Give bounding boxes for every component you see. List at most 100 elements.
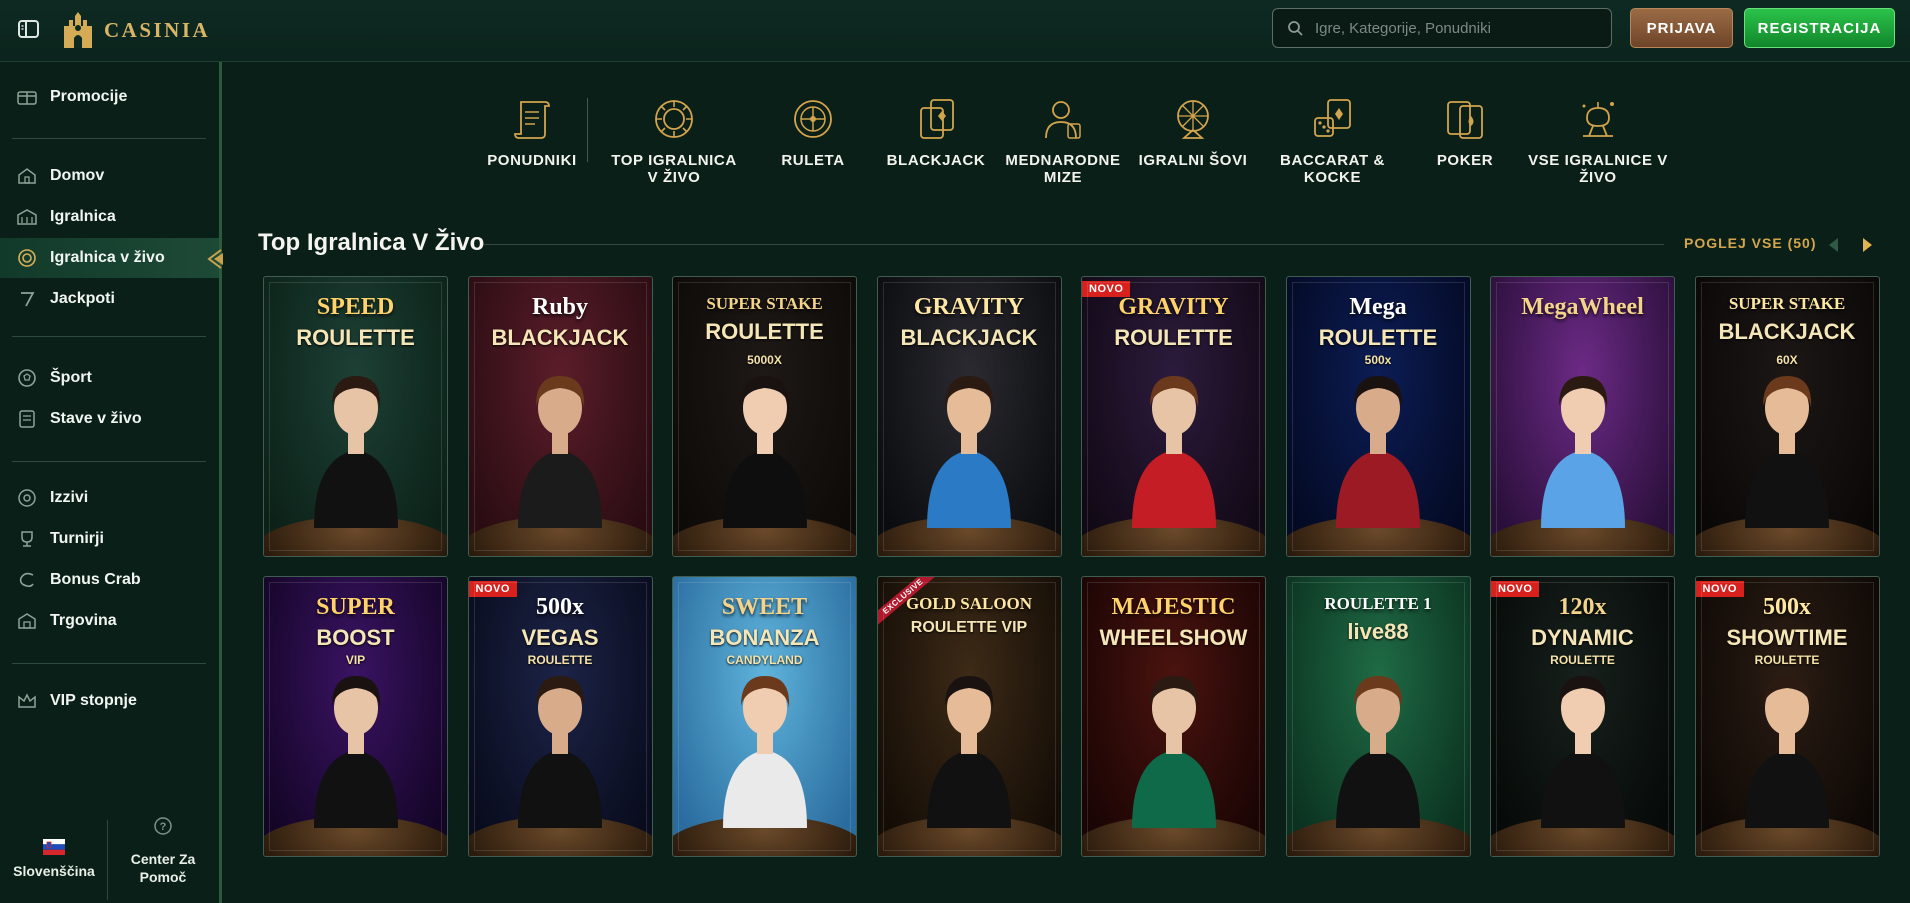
sidebar: Promocije Domov Igralnica Igralnica v ži…	[0, 62, 223, 903]
category-vse-igralnice[interactable]: VSE IGRALNICE V ŽIVO	[1528, 96, 1668, 186]
sidebar-item-stave-v-zivo[interactable]: Stave v živo	[0, 399, 219, 439]
cards-icon	[920, 99, 954, 139]
game-title: SPEED	[316, 294, 395, 320]
game-card[interactable]: GRAVITY BLACKJACK	[876, 276, 1062, 557]
category-top-igralnica[interactable]: TOP IGRALNICA V ŽIVO	[606, 96, 742, 186]
category-label: VSE IGRALNICE V ŽIVO	[1528, 152, 1668, 186]
search-input[interactable]	[1313, 18, 1611, 38]
category-igralni-sovi[interactable]: IGRALNI ŠOVI	[1138, 96, 1248, 169]
sidebar-item-label: Trgovina	[50, 612, 117, 629]
game-card[interactable]: Ruby BLACKJACK	[467, 276, 653, 557]
dealer-image	[1336, 676, 1420, 828]
language-selector[interactable]: Slovenščina	[10, 826, 98, 879]
dealer-image	[927, 376, 1011, 528]
sidebar-toggle-icon[interactable]	[18, 19, 40, 39]
game-card[interactable]: MegaWheel	[1490, 276, 1675, 557]
game-title: GRAVITY	[913, 294, 1025, 320]
game-extra-label: VIP	[345, 653, 366, 667]
game-card[interactable]: MAJESTIC WHEELSHOW	[1081, 576, 1266, 857]
game-subtitle: ROULETTE VIP	[910, 619, 1028, 636]
game-subtitle: WHEELSHOW	[1099, 625, 1248, 650]
carousel-prev-icon[interactable]	[1825, 236, 1843, 254]
sidebar-divider	[12, 663, 206, 664]
game-card[interactable]: SUPER STAKE BLACKJACK 60X	[1694, 276, 1880, 557]
category-mednarodne-mize[interactable]: MEDNARODNE MIZE	[988, 96, 1138, 186]
game-title: SUPER STAKE	[1728, 294, 1846, 313]
sidebar-item-trgovina[interactable]: Trgovina	[0, 601, 219, 641]
castle-crown-icon	[64, 12, 92, 48]
game-card[interactable]: SUPER BOOST VIP	[263, 576, 448, 857]
login-button[interactable]: PRIJAVA	[1630, 8, 1733, 48]
game-card[interactable]: GRAVITY ROULETTE NOVO	[1081, 276, 1266, 557]
sidebar-item-label: Stave v živo	[50, 410, 142, 427]
game-card[interactable]: GOLD SALOON ROULETTE VIP EXCLUSIVE	[876, 576, 1062, 857]
category-baccarat-kocke[interactable]: BACCARAT & KOCKE	[1250, 96, 1415, 186]
sidebar-item-domov[interactable]: Domov	[0, 156, 219, 196]
dealer-image	[927, 676, 1011, 828]
game-grid: SPEED ROULETTE Ruby BLACKJACK SUPER STAKE ROU…	[263, 276, 1883, 857]
dice-cards-icon	[1313, 99, 1351, 137]
category-blackjack[interactable]: BLACKJACK	[881, 96, 991, 169]
game-card[interactable]: SWEET BONANZA CANDYLAND	[672, 576, 857, 857]
all-live-icon	[1582, 102, 1614, 137]
game-extra-label: ROULETTE	[527, 653, 593, 667]
casinia-logo[interactable]: CASINIA	[60, 8, 210, 52]
game-subtitle: ROULETTE	[1318, 325, 1438, 350]
sidebar-item-bonus-crab[interactable]: Bonus Crab	[0, 560, 219, 600]
game-subtitle: ROULETTE	[1114, 325, 1233, 350]
category-label: IGRALNI ŠOVI	[1138, 152, 1248, 169]
game-card[interactable]: SPEED ROULETTE	[263, 276, 448, 557]
sidebar-item-label: Promocije	[50, 88, 128, 105]
section-divider	[484, 244, 1664, 245]
game-subtitle: BLACKJACK	[900, 325, 1038, 350]
sidebar-divider	[12, 336, 206, 337]
sidebar-item-label: Bonus Crab	[50, 571, 141, 588]
game-extra-label: CANDYLAND	[726, 653, 803, 667]
slovenia-flag-icon	[43, 839, 65, 855]
game-subtitle: VEGAS	[521, 625, 599, 650]
register-button[interactable]: REGISTRACIJA	[1744, 8, 1895, 48]
category-ruleta[interactable]: RULETA	[768, 96, 858, 169]
game-card[interactable]: 500x VEGAS ROULETTE NOVO	[467, 576, 653, 857]
category-poker[interactable]: POKER	[1425, 96, 1505, 169]
game-card[interactable]: 500x SHOWTIME ROULETTE NOVO	[1694, 576, 1880, 857]
game-card[interactable]: 120x DYNAMIC ROULETTE NOVO	[1490, 576, 1675, 857]
carousel-next-icon[interactable]	[1858, 236, 1876, 254]
view-all-link[interactable]: POGLEJ VSE (50)	[1684, 235, 1816, 251]
shop-icon	[16, 610, 38, 632]
game-title: GRAVITY	[1118, 294, 1229, 320]
sidebar-item-sport[interactable]: Šport	[0, 358, 219, 398]
category-label: RULETA	[781, 152, 845, 169]
sidebar-item-igralnica[interactable]: Igralnica	[0, 197, 219, 237]
game-subtitle: BONANZA	[709, 625, 820, 650]
search-field[interactable]	[1272, 8, 1612, 48]
game-card[interactable]: ROULETTE 1 live88	[1285, 576, 1471, 857]
sidebar-item-igralnica-v-zivo[interactable]: Igralnica v živo	[0, 238, 223, 278]
active-indicator-icon	[207, 249, 223, 269]
category-ponudniki[interactable]: PONUDNIKI	[482, 96, 582, 169]
game-title: SWEET	[721, 594, 808, 620]
sidebar-item-vip-stopnje[interactable]: VIP stopnje	[0, 681, 219, 721]
game-title: 500x	[1763, 594, 1811, 620]
game-extra-label: ROULETTE	[1754, 653, 1820, 667]
game-card[interactable]: SUPER STAKE ROULETTE 5000X	[672, 276, 857, 557]
game-title: MegaWheel	[1521, 294, 1644, 320]
game-card[interactable]: Mega ROULETTE 500x	[1285, 276, 1471, 557]
game-title: ROULETTE 1	[1324, 594, 1432, 613]
sidebar-item-label: VIP stopnje	[50, 692, 137, 709]
sidebar-item-promocije[interactable]: Promocije	[0, 77, 219, 117]
game-title: SUPER	[316, 594, 395, 620]
game-title: 500x	[536, 594, 584, 620]
scroll-icon	[514, 101, 550, 139]
sidebar-item-jackpoti[interactable]: Jackpoti	[0, 279, 219, 319]
live-bet-icon	[16, 408, 38, 430]
dealer-image	[518, 376, 602, 528]
sidebar-item-turnirji[interactable]: Turnirji	[0, 519, 219, 559]
help-center-link[interactable]: ? Center Za Pomoč	[118, 814, 208, 886]
gift-icon	[16, 86, 38, 108]
category-label: TOP IGRALNICA V ŽIVO	[611, 152, 737, 186]
game-title: 120x	[1558, 594, 1607, 620]
sidebar-item-izzivi[interactable]: Izzivi	[0, 478, 219, 518]
dealer-icon	[1045, 101, 1081, 139]
casino-building-icon	[16, 206, 38, 228]
